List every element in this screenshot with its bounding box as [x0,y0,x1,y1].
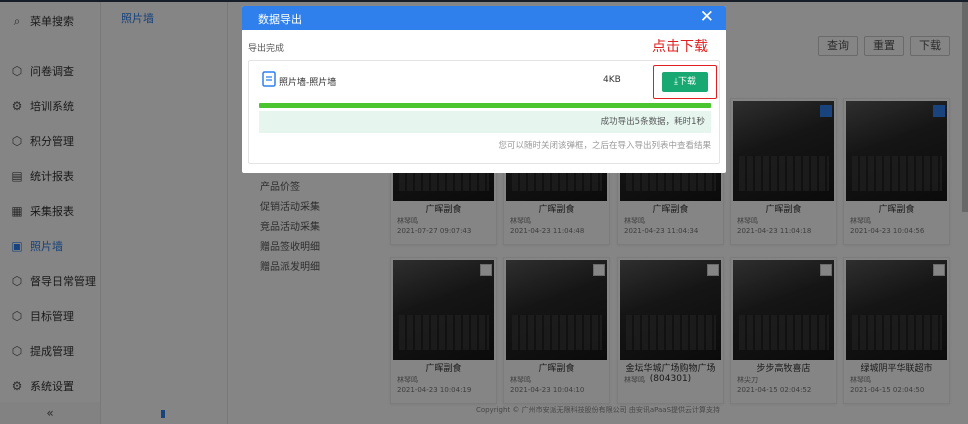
modal-title: 数据导出 [258,13,302,26]
download-highlight-box: ⤓下载 [653,65,717,99]
close-icon[interactable]: ✕ [700,7,714,27]
file-icon [262,71,276,87]
success-banner: 成功导出5条数据，耗时1秒 [259,111,711,133]
export-progress-bar [259,103,711,108]
export-file-box: 照片墙-照片墙 4KB ⤓下载 成功导出5条数据，耗时1秒 您可以随时关闭该弹框… [248,60,720,164]
export-file-name: 照片墙-照片墙 [279,78,337,88]
export-file-size: 4KB [603,75,621,85]
export-note: 您可以随时关闭该弹框，之后在导入导出列表中查看结果 [498,141,711,151]
export-modal: 数据导出 ✕ 导出完成 点击下载 照片墙-照片墙 4KB ⤓下载 成功导出5条数… [242,6,726,173]
export-status-label: 导出完成 [248,44,285,54]
modal-header: 数据导出 ✕ [242,6,726,30]
success-text: 成功导出5条数据，耗时1秒 [600,117,705,127]
download-hint: 点击下载 [652,39,708,55]
download-button[interactable]: ⤓下载 [662,72,708,92]
